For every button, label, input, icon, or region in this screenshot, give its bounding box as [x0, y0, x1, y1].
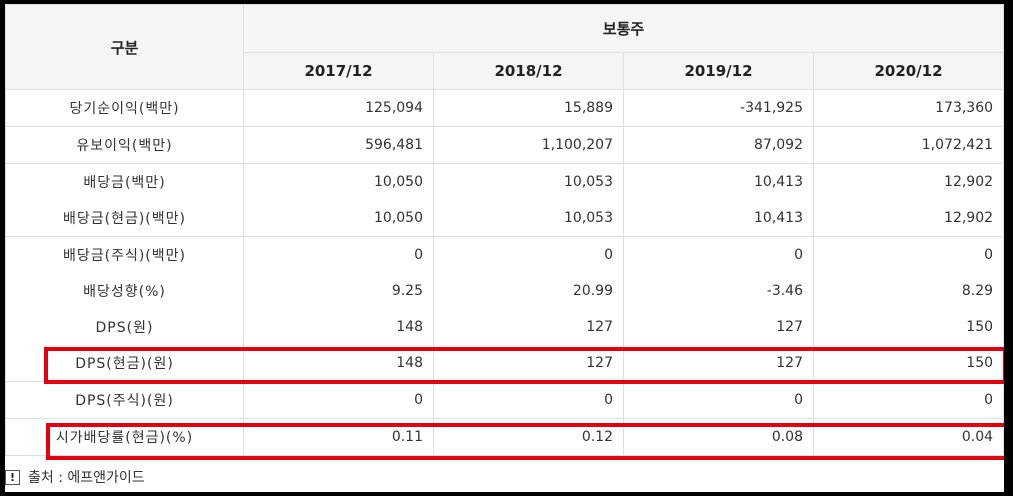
cell-value: 150	[812, 345, 1004, 382]
row-label: DPS(현금)(원)	[5, 345, 244, 382]
table-row: 당기순이익(백만) 125,094 15,889 -341,925 173,36…	[5, 89, 1004, 127]
cell-value: 127	[433, 309, 624, 345]
cell-value: 0	[623, 381, 814, 419]
cell-value: 0	[812, 381, 1004, 419]
cell-value: 0.08	[623, 418, 814, 456]
cell-value: 0	[433, 236, 624, 273]
cell-value: 8.29	[812, 273, 1004, 309]
source-note: ! 출처 : 에프앤가이드	[5, 465, 145, 489]
cell-value: 127	[623, 345, 814, 382]
cell-value: 87,092	[623, 126, 814, 164]
cell-value: 148	[243, 345, 434, 382]
header-year: 2017/12	[243, 52, 434, 90]
cell-value: 0	[433, 381, 624, 419]
cell-value: 125,094	[243, 89, 434, 127]
cell-value: 1,072,421	[812, 126, 1004, 164]
cell-value: 10,053	[433, 163, 624, 200]
row-label: 시가배당률(현금)(%)	[5, 418, 244, 456]
dividend-table: 구분 보통주 2017/12 2018/12 2019/12 2020/12 당…	[5, 4, 1004, 456]
header-category: 구분	[5, 4, 244, 90]
row-label: 유보이익(백만)	[5, 126, 244, 164]
row-label: 배당금(백만)	[5, 163, 244, 200]
table-row: 배당금(주식)(백만) 0 0 0 0	[5, 236, 1004, 273]
cell-value: 127	[433, 345, 624, 382]
cell-value: 0	[243, 381, 434, 419]
cell-value: 10,413	[623, 200, 814, 237]
header-year: 2018/12	[433, 52, 624, 90]
cell-value: 127	[623, 309, 814, 345]
cell-value: 10,050	[243, 200, 434, 237]
table-row: 시가배당률(현금)(%) 0.11 0.12 0.08 0.04	[5, 418, 1004, 456]
cell-value: 10,050	[243, 163, 434, 200]
cell-value: 20.99	[433, 273, 624, 309]
cell-value: 150	[812, 309, 1004, 345]
row-label: DPS(원)	[5, 309, 244, 345]
cell-value: 0.11	[243, 418, 434, 456]
row-label: 배당금(현금)(백만)	[5, 200, 244, 237]
header-year: 2019/12	[623, 52, 814, 90]
cell-value: 0	[243, 236, 434, 273]
dividend-panel: 구분 보통주 2017/12 2018/12 2019/12 2020/12 당…	[5, 4, 1004, 492]
row-label: 당기순이익(백만)	[5, 89, 244, 127]
row-label: 배당금(주식)(백만)	[5, 236, 244, 273]
table-row: DPS(원) 148 127 127 150	[5, 309, 1004, 345]
row-label: DPS(주식)(원)	[5, 381, 244, 419]
cell-value: 0	[812, 236, 1004, 273]
table-row: DPS(주식)(원) 0 0 0 0	[5, 381, 1004, 419]
cell-value: 596,481	[243, 126, 434, 164]
row-label: 배당성향(%)	[5, 273, 244, 309]
table-row: 배당성향(%) 9.25 20.99 -3.46 8.29	[5, 273, 1004, 309]
cell-value: 10,413	[623, 163, 814, 200]
cell-value: 0.12	[433, 418, 624, 456]
table-row: DPS(현금)(원) 148 127 127 150	[5, 345, 1004, 382]
cell-value: -341,925	[623, 89, 814, 127]
note-icon: !	[5, 469, 20, 485]
cell-value: 0	[623, 236, 814, 273]
table-row: 배당금(백만) 10,050 10,053 10,413 12,902	[5, 163, 1004, 200]
source-text: 출처 : 에프앤가이드	[28, 470, 145, 486]
header-year: 2020/12	[812, 52, 1004, 90]
header-common-stock: 보통주	[242, 4, 1004, 53]
cell-value: 9.25	[243, 273, 434, 309]
cell-value: 10,053	[433, 200, 624, 237]
cell-value: 12,902	[812, 200, 1004, 237]
cell-value: 12,902	[812, 163, 1004, 200]
cell-value: -3.46	[623, 273, 814, 309]
table-row: 배당금(현금)(백만) 10,050 10,053 10,413 12,902	[5, 200, 1004, 237]
cell-value: 15,889	[433, 89, 624, 127]
cell-value: 148	[243, 309, 434, 345]
cell-value: 1,100,207	[433, 126, 624, 164]
table-row: 유보이익(백만) 596,481 1,100,207 87,092 1,072,…	[5, 126, 1004, 164]
cell-value: 0.04	[812, 418, 1004, 456]
cell-value: 173,360	[812, 89, 1004, 127]
